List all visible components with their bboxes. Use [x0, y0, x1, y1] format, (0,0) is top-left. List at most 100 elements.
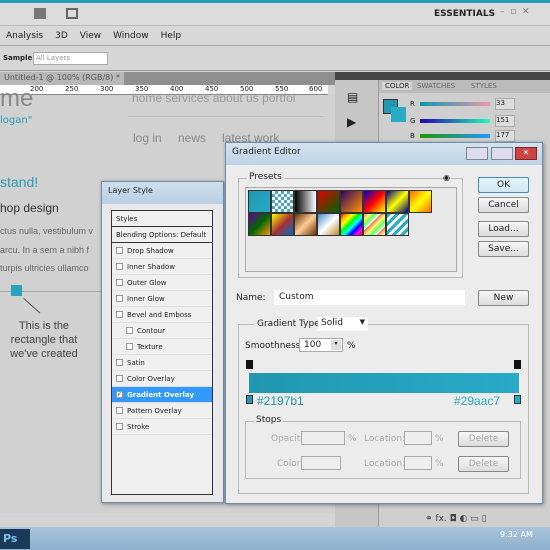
gradient-preset[interactable] — [317, 213, 340, 236]
gradient-preset[interactable] — [271, 190, 294, 213]
cancel-button[interactable]: Cancel — [478, 197, 529, 213]
style-item-bevel-and-emboss[interactable]: Bevel and Emboss — [112, 307, 212, 323]
style-item-label: Texture — [137, 342, 163, 351]
delete-opacity-stop-button[interactable]: Delete — [458, 431, 509, 447]
opacity-stop-left[interactable] — [246, 360, 253, 369]
tab-swatches[interactable]: SWATCHES — [417, 82, 455, 90]
gradient-preset[interactable] — [294, 213, 317, 236]
g-slider[interactable] — [420, 119, 490, 123]
smoothness-input[interactable]: 100 ▾ — [299, 338, 343, 352]
style-item-texture[interactable]: Texture — [112, 339, 212, 355]
styles-list: Styles Blending Options: Default Drop Sh… — [111, 210, 213, 495]
style-item-label: Drop Shadow — [127, 246, 174, 255]
style-item-satin[interactable]: Satin — [112, 355, 212, 371]
view-extras-icon[interactable] — [34, 8, 46, 19]
history-icon[interactable]: ▤ — [347, 90, 358, 104]
gradient-preset[interactable] — [409, 190, 432, 213]
window-controls[interactable]: – ▫ ✕ — [500, 7, 530, 17]
checkbox[interactable] — [116, 295, 123, 302]
checkbox[interactable] — [116, 407, 123, 414]
document-tab[interactable]: Untitled-1 @ 100% (RGB/8) * — [0, 72, 124, 85]
close-button[interactable]: ✕ — [515, 147, 537, 160]
gradient-preset[interactable] — [363, 213, 386, 236]
presets-menu-icon[interactable]: ◉ — [443, 173, 450, 182]
gradient-preview-bar[interactable] — [249, 373, 519, 393]
opacity-stop-right[interactable] — [514, 360, 521, 369]
document-tabs: Untitled-1 @ 100% (RGB/8) * — [0, 72, 335, 85]
color-location-input[interactable] — [404, 456, 432, 470]
style-item-color-overlay[interactable]: Color Overlay — [112, 371, 212, 387]
style-item-drop-shadow[interactable]: Drop Shadow — [112, 243, 212, 259]
maximize-button[interactable] — [491, 147, 513, 160]
color-stop-left[interactable] — [246, 395, 253, 404]
sample-select[interactable]: All Layers — [33, 52, 108, 65]
r-slider[interactable] — [420, 102, 490, 106]
style-item-outer-glow[interactable]: Outer Glow — [112, 275, 212, 291]
checkbox[interactable]: ✓ — [116, 391, 123, 398]
r-value[interactable]: 33 — [495, 98, 515, 110]
new-button[interactable]: New — [478, 290, 529, 306]
checkbox[interactable] — [126, 343, 133, 350]
background-color-swatch[interactable] — [391, 107, 406, 122]
save-button[interactable]: Save... — [478, 241, 529, 257]
style-item-inner-shadow[interactable]: Inner Shadow — [112, 259, 212, 275]
photoshop-taskbar-icon[interactable]: Ps — [0, 529, 30, 549]
name-input[interactable]: Custom — [274, 290, 465, 305]
screen-mode-icon[interactable] — [66, 8, 78, 19]
b-value[interactable]: 177 — [495, 130, 515, 142]
style-item-label: Contour — [137, 326, 165, 335]
gradient-preset[interactable] — [363, 190, 386, 213]
delete-color-stop-button[interactable]: Delete — [458, 456, 509, 472]
menu-3d[interactable]: 3D — [55, 31, 68, 41]
checkbox[interactable] — [116, 311, 123, 318]
checkbox[interactable] — [116, 375, 123, 382]
style-item-stroke[interactable]: Stroke — [112, 419, 212, 435]
gradient-type-select[interactable]: Solid ▼ — [318, 317, 368, 331]
menu-bar: Analysis 3D View Window Help — [0, 26, 550, 46]
tab-styles[interactable]: STYLES — [471, 82, 497, 90]
blending-options-item[interactable]: Blending Options: Default — [112, 227, 212, 243]
opacity-location-percent: % — [435, 434, 444, 444]
style-item-contour[interactable]: Contour — [112, 323, 212, 339]
stop-color-swatch[interactable] — [301, 456, 341, 470]
opacity-location-input[interactable] — [404, 431, 432, 445]
menu-help[interactable]: Help — [161, 31, 182, 41]
style-item-gradient-overlay[interactable]: ✓ Gradient Overlay — [112, 387, 212, 403]
checkbox[interactable] — [116, 359, 123, 366]
gradient-preset[interactable] — [340, 213, 363, 236]
canvas-slogan: logan" — [0, 115, 33, 126]
menu-window[interactable]: Window — [113, 31, 149, 41]
gradient-preset[interactable] — [271, 213, 294, 236]
color-stop-right[interactable] — [514, 395, 521, 404]
g-value[interactable]: 151 — [495, 115, 515, 127]
styles-item[interactable]: Styles — [112, 211, 212, 227]
checkbox[interactable] — [116, 423, 123, 430]
created-rectangle[interactable] — [11, 285, 22, 296]
options-bar: Sample: All Layers — [0, 47, 550, 71]
layer-panel-icons[interactable]: ⚭ fx. ◘ ◐ ▭ ▯ — [425, 514, 487, 524]
opacity-input[interactable] — [301, 431, 345, 445]
canvas-nav-login: log in — [133, 131, 162, 145]
checkbox[interactable] — [126, 327, 133, 334]
b-slider[interactable] — [420, 134, 490, 138]
load-button[interactable]: Load... — [478, 221, 529, 237]
checkbox[interactable] — [116, 247, 123, 254]
checkbox[interactable] — [116, 263, 123, 270]
gradient-preset[interactable] — [386, 190, 409, 213]
gradient-preset[interactable] — [340, 190, 363, 213]
style-item-inner-glow[interactable]: Inner Glow — [112, 291, 212, 307]
menu-view[interactable]: View — [80, 31, 101, 41]
gradient-preset[interactable] — [386, 213, 409, 236]
tab-color[interactable]: COLOR — [382, 82, 413, 90]
menu-analysis[interactable]: Analysis — [6, 31, 43, 41]
actions-icon[interactable]: ▶ — [347, 115, 356, 129]
minimize-button[interactable] — [466, 147, 488, 160]
ok-button[interactable]: OK — [478, 177, 529, 193]
gradient-preset[interactable] — [248, 213, 271, 236]
gradient-preset[interactable] — [294, 190, 317, 213]
checkbox[interactable] — [116, 279, 123, 286]
style-item-pattern-overlay[interactable]: Pattern Overlay — [112, 403, 212, 419]
gradient-preset[interactable] — [317, 190, 340, 213]
workspace-switcher[interactable]: ESSENTIALS — [434, 9, 495, 19]
gradient-preset[interactable] — [248, 190, 271, 213]
